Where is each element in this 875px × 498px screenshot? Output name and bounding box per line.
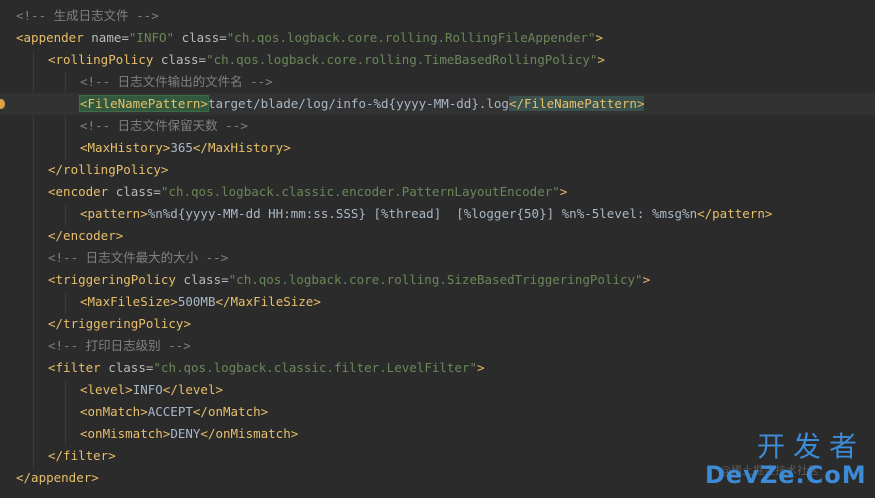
code-line[interactable]: <!-- 日志文件最大的大小 --> [48,247,875,269]
tag-filenamepattern-close: </FileNamePattern> [508,96,645,111]
code-editor[interactable]: <!-- 生成日志文件 --> <appender name="INFO" cl… [0,0,875,498]
tag-encoder-close: </encoder> [48,228,124,243]
text-value: 365 [170,140,193,155]
attr-class: class [181,30,220,45]
attr-value: "ch.qos.logback.classic.filter.LevelFilt… [153,360,477,375]
tag-filter-open: <filter [48,360,101,375]
code-line[interactable]: <!-- 打印日志级别 --> [48,335,875,357]
code-line[interactable]: <filter class="ch.qos.logback.classic.fi… [48,357,875,379]
comment: <!-- 日志文件保留天数 --> [80,118,248,133]
code-line[interactable]: <rollingPolicy class="ch.qos.logback.cor… [48,49,875,71]
comment: <!-- 日志文件输出的文件名 --> [80,74,273,89]
tag-triggering-open: <triggeringPolicy [48,272,176,287]
code-line[interactable]: <!-- 日志文件输出的文件名 --> [80,71,875,93]
tag-gt: > [559,184,568,199]
tag-appender-open: <appender [16,30,84,45]
tag-appender-close: </appender> [16,470,99,485]
tag-gt: > [597,52,605,67]
code-line[interactable]: <onMatch>ACCEPT</onMatch> [80,401,875,423]
tag-encoder-open: <encoder [48,184,109,199]
code-line[interactable]: <MaxFileSize>500MB</MaxFileSize> [80,291,875,313]
tag-filter-close: </filter> [48,448,116,463]
text-value: 500MB [177,294,216,309]
tag-filenamepattern-open: <FileNamePattern> [79,95,209,112]
tag-maxfilesize-open: <MaxFileSize> [80,294,178,309]
text-value: target/blade/log/info-%d{yyyy-MM-dd}.log [207,96,509,111]
tag-rolling-open: <rollingPolicy [48,52,154,67]
code-line[interactable]: <encoder class="ch.qos.logback.classic.e… [48,181,875,203]
tag-maxhistory-open: <MaxHistory> [80,140,171,155]
tag-onmismatch-close: </onMismatch> [200,426,299,441]
attr-class: class [108,360,146,375]
equals: = [221,272,229,287]
watermark-top-text: 开发者 [756,430,865,463]
watermark-bottom-text: DevZe.CoM [705,461,867,489]
text-value: INFO [132,382,163,397]
tag-triggering-close: </triggeringPolicy> [48,316,191,331]
tag-onmismatch-open: <onMismatch> [80,426,171,441]
indent-guide [65,292,66,314]
attr-value: "ch.qos.logback.classic.encoder.PatternL… [160,184,560,199]
tag-gt: > [642,272,651,287]
comment: <!-- 日志文件最大的大小 --> [48,250,229,265]
code-line[interactable]: </encoder> [48,225,875,247]
tag-pattern-close: </pattern> [697,206,773,221]
equals: = [198,52,207,67]
tag-gt: > [595,30,604,45]
current-code-line[interactable]: <FileNamePattern>target/blade/log/info-%… [0,93,875,115]
tag-level-open: <level> [80,382,133,397]
code-line[interactable]: <MaxHistory>365</MaxHistory> [80,137,875,159]
comment: <!-- 打印日志级别 --> [48,338,191,353]
tag-onmatch-close: </onMatch> [192,404,269,419]
equals: = [219,30,227,45]
equals: = [153,184,161,199]
text-value: %n%d{yyyy-MM-dd HH:mm:ss.SSS} [%thread] … [147,206,698,221]
attr-value: "ch.qos.logback.core.rolling.SizeBasedTr… [228,272,643,287]
code-line[interactable]: </rollingPolicy> [48,159,875,181]
tag-level-close: </level> [162,382,224,397]
site-watermark-logo: 开发者 DevZe.CoM [705,430,867,492]
attr-class: class [115,184,154,199]
attr-name: name [91,30,122,45]
text-value: ACCEPT [147,404,193,419]
code-line[interactable]: <!-- 日志文件保留天数 --> [80,115,875,137]
tag-maxhistory-close: </MaxHistory> [192,140,291,155]
code-line[interactable]: <pattern>%n%d{yyyy-MM-dd HH:mm:ss.SSS} [… [80,203,875,225]
indent-guide [65,72,66,160]
attr-class: class [183,272,222,287]
code-line[interactable]: </triggeringPolicy> [48,313,875,335]
attr-value: "ch.qos.logback.core.rolling.TimeBasedRo… [206,52,598,67]
equals: = [121,30,129,45]
tag-rolling-close: </rollingPolicy> [48,162,169,177]
attr-value: "INFO" [128,30,175,45]
tag-pattern-open: <pattern> [80,206,148,221]
code-line[interactable]: <appender name="INFO" class="ch.qos.logb… [16,27,875,49]
tag-onmatch-open: <onMatch> [80,404,148,419]
indent-guide [65,204,66,226]
code-line[interactable]: <!-- 生成日志文件 --> [16,5,875,27]
indent-guide [65,380,66,446]
tag-gt: > [477,360,485,375]
code-line[interactable]: <level>INFO</level> [80,379,875,401]
comment: <!-- 生成日志文件 --> [16,8,159,23]
attr-value: "ch.qos.logback.core.rolling.RollingFile… [226,30,596,45]
attr-class: class [160,52,199,67]
tag-maxfilesize-close: </MaxFileSize> [215,294,321,309]
text-value: DENY [170,426,201,441]
code-line[interactable]: <triggeringPolicy class="ch.qos.logback.… [48,269,875,291]
